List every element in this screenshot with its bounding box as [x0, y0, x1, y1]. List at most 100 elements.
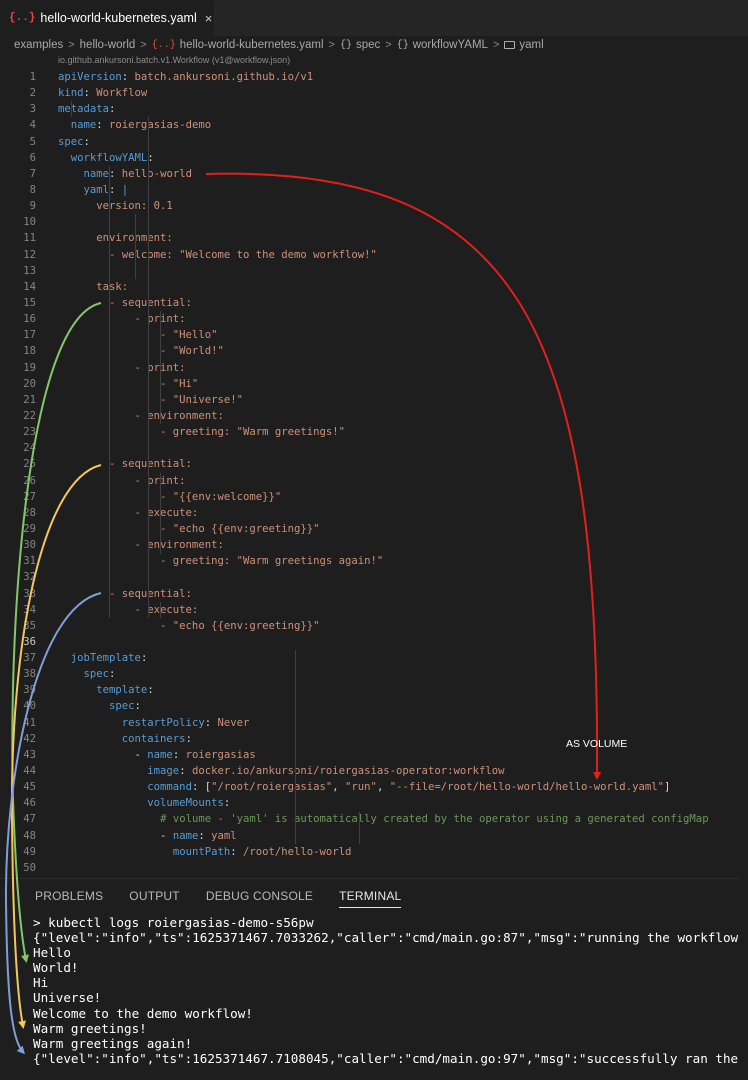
- tab-debug-console[interactable]: DEBUG CONSOLE: [206, 879, 313, 913]
- tab-title: hello-world-kubernetes.yaml: [40, 11, 197, 25]
- annotation-as-volume: AS VOLUME: [566, 738, 628, 750]
- breadcrumb-item-workflowyaml[interactable]: workflowYAML: [413, 39, 488, 51]
- terminal-line: Warm greetings!: [33, 1020, 147, 1036]
- code-token: containers: [121, 732, 186, 745]
- code-token: batch.ankursoni.github.io/v1: [134, 71, 314, 83]
- code-line[interactable]: 44 image: docker.io/ankursoni/roiergasia…: [0, 763, 748, 779]
- code-line[interactable]: 30 - environment:: [0, 537, 748, 553]
- code-text: - execute:: [58, 505, 199, 521]
- chevron-right-icon: >: [140, 39, 147, 51]
- code-line[interactable]: 24: [0, 440, 748, 456]
- code-token: mountPath: [172, 845, 231, 858]
- code-token: :: [172, 748, 186, 761]
- code-line[interactable]: 17 - "Hello": [0, 327, 748, 343]
- code-line[interactable]: 4 name: roiergasias-demo: [0, 117, 748, 133]
- line-number: 27: [23, 490, 36, 503]
- code-line[interactable]: 13: [0, 263, 748, 279]
- code-line[interactable]: 16 - print:: [0, 311, 748, 327]
- code-line[interactable]: 47 # volume - 'yaml' is automatically cr…: [0, 811, 748, 827]
- code-line[interactable]: 21 - "Universe!": [0, 392, 748, 408]
- code-line[interactable]: 20 - "Hi": [0, 376, 748, 392]
- code-line[interactable]: 36: [0, 634, 748, 650]
- breadcrumb-item-file[interactable]: hello-world-kubernetes.yaml: [180, 39, 324, 51]
- code-line[interactable]: 42 containers:: [0, 731, 748, 747]
- code-line[interactable]: 19 - print:: [0, 360, 748, 376]
- code-text: - sequential:: [58, 586, 192, 602]
- tab-hello-world-kubernetes-yaml[interactable]: {..} hello-world-kubernetes.yaml ×: [0, 0, 214, 36]
- code-line[interactable]: 48 - name: yaml: [0, 828, 748, 844]
- code-line[interactable]: 38 spec:: [0, 666, 748, 682]
- code-line[interactable]: 45 command: ["/root/roiergasias", "run",…: [0, 779, 748, 795]
- breadcrumb-item-hello-world[interactable]: hello-world: [80, 39, 136, 51]
- code-text: image: docker.io/ankursoni/roiergasias-o…: [58, 763, 504, 779]
- line-number: 49: [23, 845, 36, 858]
- code-line[interactable]: 15 - sequential:: [0, 295, 748, 311]
- code-line[interactable]: 50: [0, 860, 748, 876]
- code-line[interactable]: 14 task:: [0, 279, 748, 295]
- code-line[interactable]: 10: [0, 214, 748, 230]
- code-line[interactable]: 6 workflowYAML:: [0, 150, 748, 166]
- breadcrumb-item-spec[interactable]: spec: [356, 39, 380, 51]
- code-line[interactable]: 35 - "echo {{env:greeting}}": [0, 618, 748, 634]
- tab-output[interactable]: OUTPUT: [129, 879, 180, 913]
- code-line[interactable]: 23 - greeting: "Warm greetings!": [0, 424, 748, 440]
- code-line[interactable]: 3 metadata:: [0, 101, 748, 117]
- code-line[interactable]: 8 yaml: |: [0, 182, 748, 198]
- code-line[interactable]: 5 spec:: [0, 134, 748, 150]
- code-line[interactable]: 18 - "World!": [0, 343, 748, 359]
- code-token: :: [109, 183, 122, 196]
- line-number: 34: [23, 603, 36, 616]
- code-line[interactable]: 34 - execute:: [0, 602, 748, 618]
- code-line[interactable]: 7 name: hello-world: [0, 166, 748, 182]
- code-line[interactable]: 29 - "echo {{env:greeting}}": [0, 521, 748, 537]
- tab-terminal[interactable]: TERMINAL: [339, 879, 402, 913]
- line-number: 26: [23, 474, 36, 487]
- code-line[interactable]: 46 volumeMounts:: [0, 795, 748, 811]
- terminal-line: Hi: [33, 975, 49, 991]
- code-line[interactable]: 9 version: 0.1: [0, 198, 748, 214]
- terminal-output[interactable]: > kubectl logs roiergasias-demo-s56pw {"l…: [33, 915, 740, 1066]
- code-token: Never: [217, 716, 250, 729]
- code-line[interactable]: 49 mountPath: /root/hello-world: [0, 844, 748, 860]
- code-line[interactable]: 12 - welcome: "Welcome to the demo workf…: [0, 247, 748, 263]
- line-number: 28: [23, 506, 36, 519]
- code-line[interactable]: 22 - environment:: [0, 408, 748, 424]
- indent-guide: [109, 198, 111, 619]
- object-icon: {}: [396, 39, 409, 51]
- code-token: apiVersion: [58, 71, 122, 83]
- indent-guide: [160, 311, 162, 425]
- terminal-line: {"level":"info","ts":1625371467.7033262,…: [33, 930, 739, 946]
- code-line[interactable]: 32: [0, 569, 748, 585]
- close-icon[interactable]: ×: [205, 11, 213, 26]
- line-number: 5: [29, 135, 36, 148]
- schema-hint: io.github.ankursoni.batch.v1.Workflow (v…: [58, 55, 291, 65]
- line-number: 1: [29, 71, 36, 83]
- code-token: :: [96, 119, 110, 132]
- code-line[interactable]: 1 apiVersion: batch.ankursoni.github.io/v…: [0, 69, 748, 85]
- code-token: environment:: [58, 232, 173, 245]
- code-line[interactable]: 43 - name: roiergasias: [0, 747, 748, 763]
- code-line[interactable]: 41 restartPolicy: Never: [0, 715, 748, 731]
- code-line[interactable]: 40 spec:: [0, 698, 748, 714]
- tab-problems[interactable]: PROBLEMS: [35, 879, 103, 913]
- code-text: kind: Workflow: [58, 85, 147, 101]
- code-editor[interactable]: 1 apiVersion: batch.ankursoni.github.io/v…: [0, 69, 748, 876]
- code-line[interactable]: 39 template:: [0, 682, 748, 698]
- code-line[interactable]: 2 kind: Workflow: [0, 85, 748, 101]
- code-line[interactable]: 26 - print:: [0, 473, 748, 489]
- code-line[interactable]: 31 - greeting: "Warm greetings again!": [0, 553, 748, 569]
- code-line[interactable]: 27 - "{{env:welcome}}": [0, 489, 748, 505]
- code-line[interactable]: 28 - execute:: [0, 505, 748, 521]
- code-line[interactable]: 25 - sequential:: [0, 456, 748, 472]
- code-text: - sequential:: [58, 456, 192, 472]
- code-text: - name: yaml: [58, 828, 237, 844]
- code-line[interactable]: 33 - sequential:: [0, 586, 748, 602]
- breadcrumb-item-examples[interactable]: examples: [14, 39, 63, 51]
- breadcrumb-item-yaml[interactable]: yaml: [519, 39, 543, 51]
- code-line[interactable]: 11 environment:: [0, 230, 748, 246]
- code-line[interactable]: 37 jobTemplate:: [0, 650, 748, 666]
- line-number: 21: [23, 393, 36, 406]
